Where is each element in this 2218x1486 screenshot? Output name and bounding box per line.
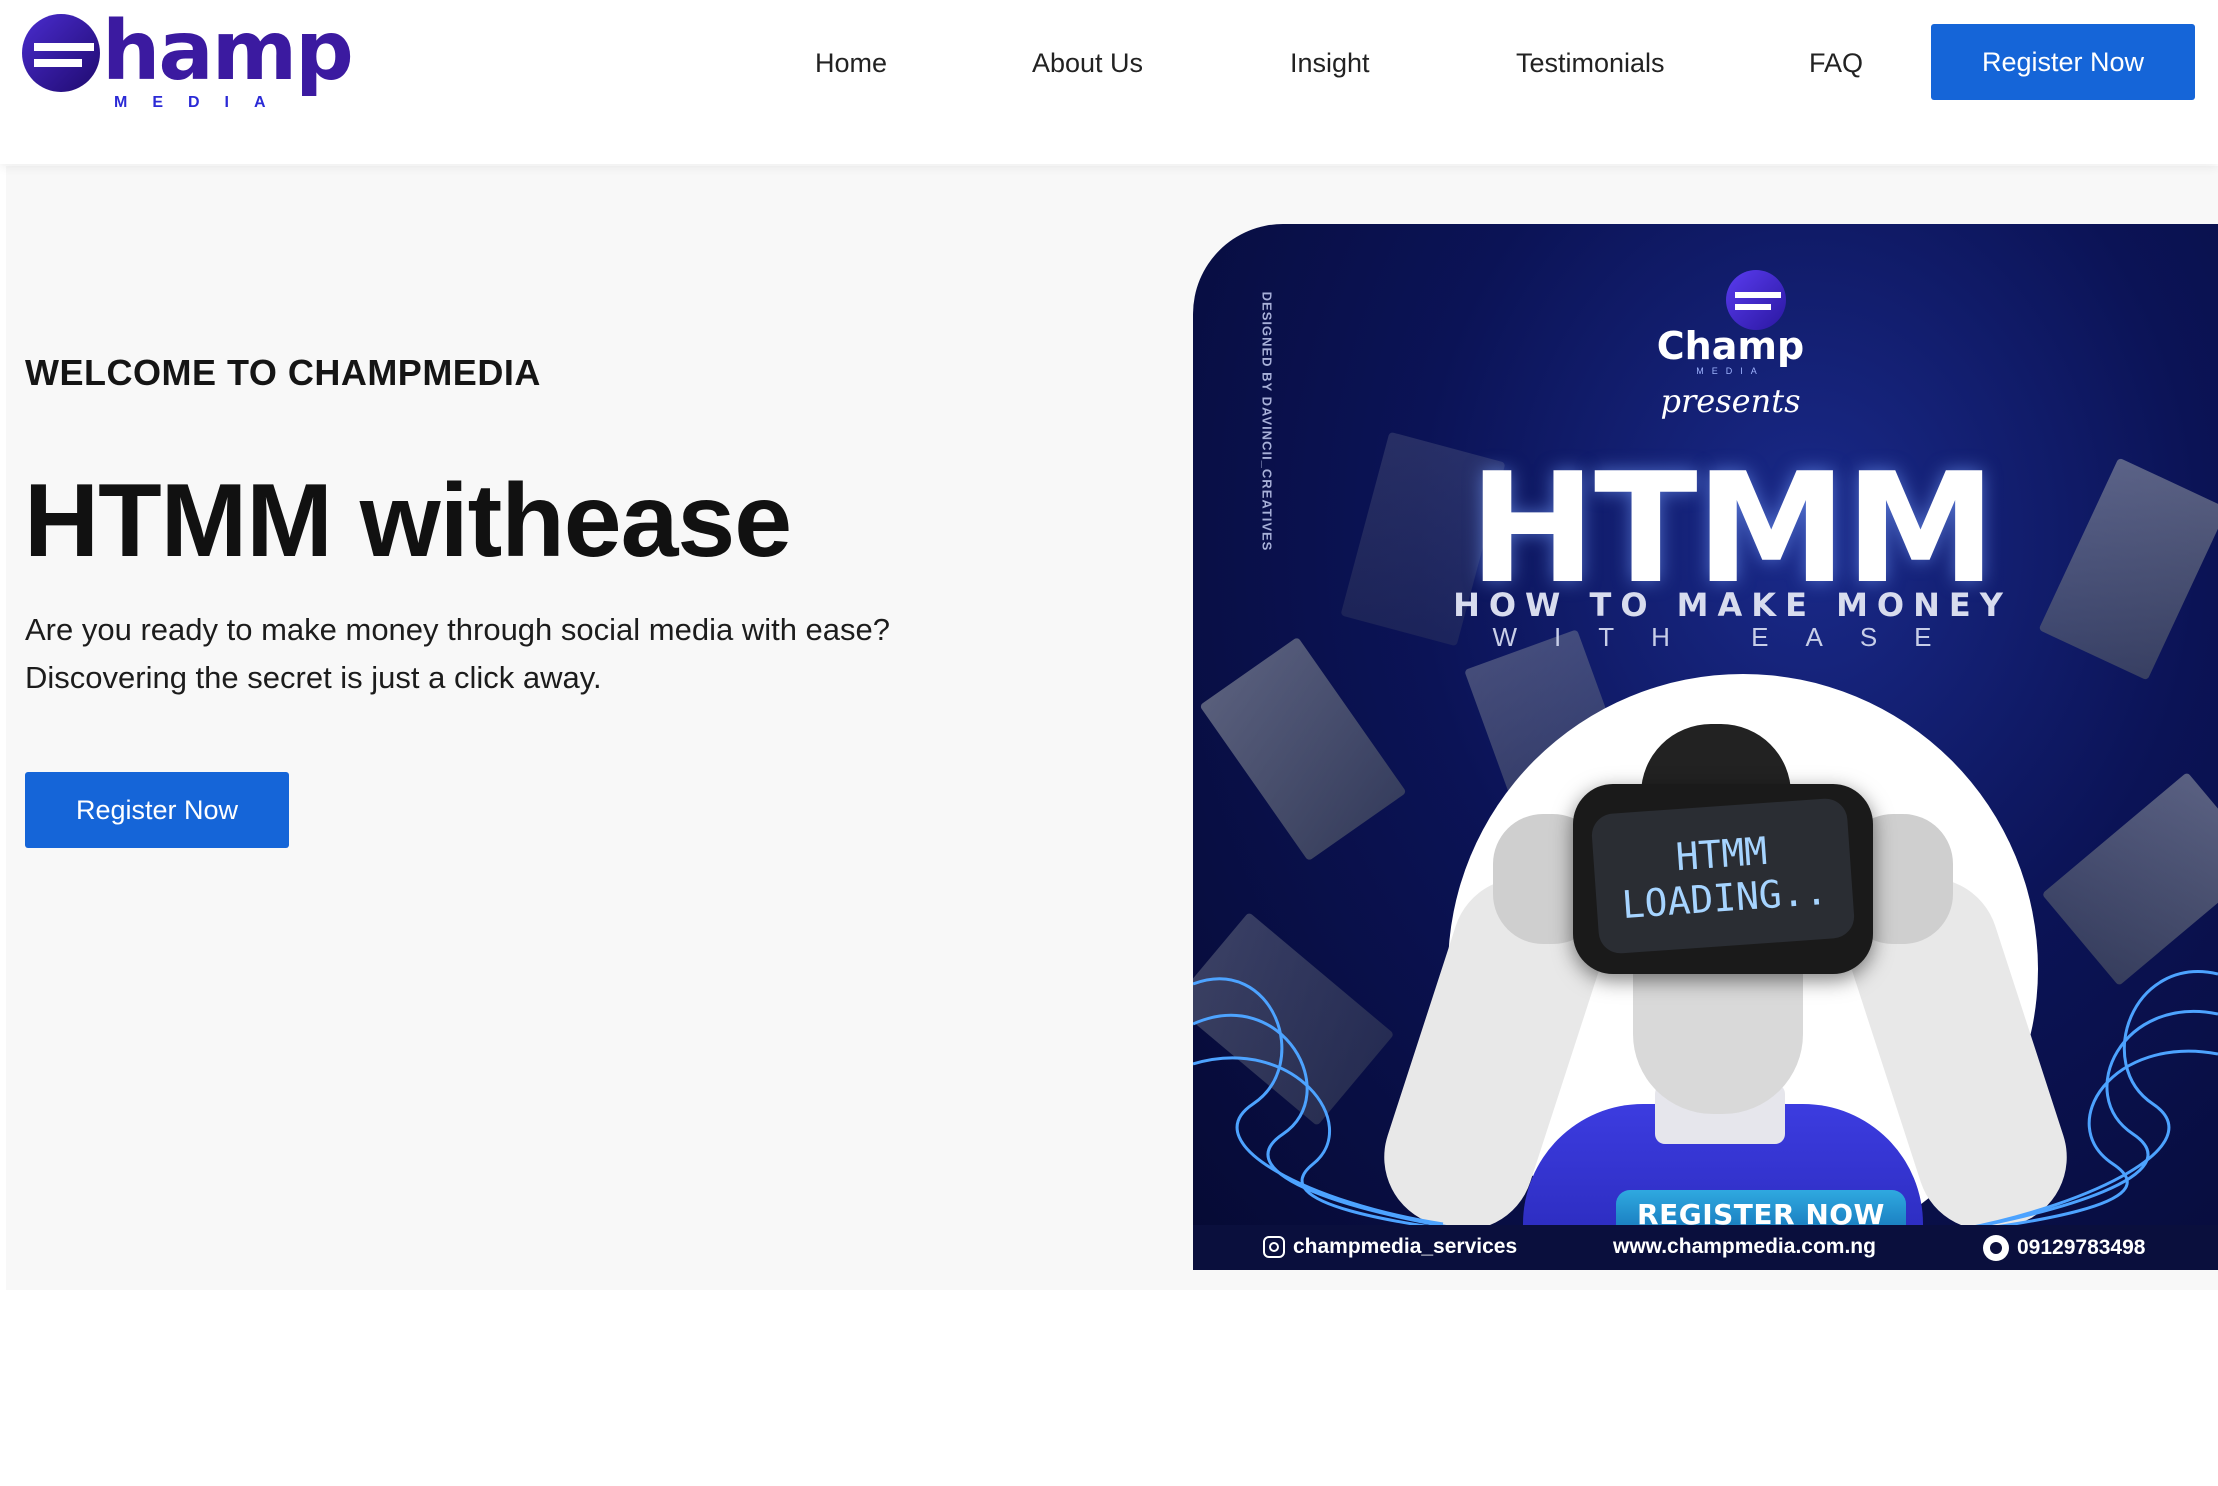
phone-number: 09129783498: [2017, 1236, 2146, 1259]
header-register-button[interactable]: Register Now: [1931, 24, 2195, 100]
money-bill: [1199, 636, 1407, 862]
hero-description-line-1: Are you ready to make money through soci…: [25, 612, 891, 647]
hero-description: Are you ready to make money through soci…: [25, 606, 1025, 702]
flyer-brand: Champ: [1656, 324, 1805, 368]
flyer-presents: presents: [1660, 382, 1801, 420]
logo-wordmark: hamp: [102, 4, 354, 99]
whatsapp-icon: [1983, 1235, 2009, 1261]
flyer-phone: 09129783498: [1983, 1235, 2145, 1261]
nav-testimonials[interactable]: Testimonials: [1516, 48, 1665, 88]
site-header: hamp MEDIA Home About Us Insight Testimo…: [0, 0, 2218, 164]
vr-text-line-2: LOADING..: [1620, 868, 1829, 928]
nav-faq[interactable]: FAQ: [1809, 48, 1863, 88]
flyer-website: www.champmedia.com.ng: [1613, 1235, 1876, 1259]
nav-about-us[interactable]: About Us: [1032, 48, 1143, 88]
nav-insight[interactable]: Insight: [1290, 48, 1370, 88]
htmm-flyer-image: DESIGNED BY DAVINCII_CREATIVES Champ MED…: [1193, 224, 2218, 1270]
instagram-handle: champmedia_services: [1293, 1235, 1518, 1258]
vr-text-line-1: HTMM: [1674, 828, 1769, 880]
nav-home[interactable]: Home: [815, 48, 887, 88]
logo-subtitle: MEDIA: [114, 94, 291, 111]
hero-headline: HTMM withease: [24, 463, 792, 579]
hero-description-line-2: Discovering the secret is just a click a…: [25, 660, 602, 695]
champ-logo-icon: [1726, 270, 1786, 330]
flyer-subtitle: HOW TO MAKE MONEY: [1453, 586, 2012, 624]
champ-media-logo[interactable]: hamp MEDIA: [22, 4, 354, 111]
flyer-brand-sub: MEDIA: [1696, 366, 1765, 376]
hero-register-button[interactable]: Register Now: [25, 772, 289, 848]
flyer-contact-bar: champmedia_services www.champmedia.com.n…: [1193, 1225, 2218, 1270]
instagram-icon: [1263, 1236, 1285, 1258]
flyer-instagram: champmedia_services: [1263, 1235, 1517, 1259]
website-url: www.champmedia.com.ng: [1613, 1235, 1876, 1258]
vr-screen: HTMM LOADING..: [1590, 797, 1856, 955]
welcome-heading: WELCOME TO CHAMPMEDIA: [25, 352, 541, 393]
flyer-subtitle-2: WITH EASE: [1492, 622, 1969, 652]
